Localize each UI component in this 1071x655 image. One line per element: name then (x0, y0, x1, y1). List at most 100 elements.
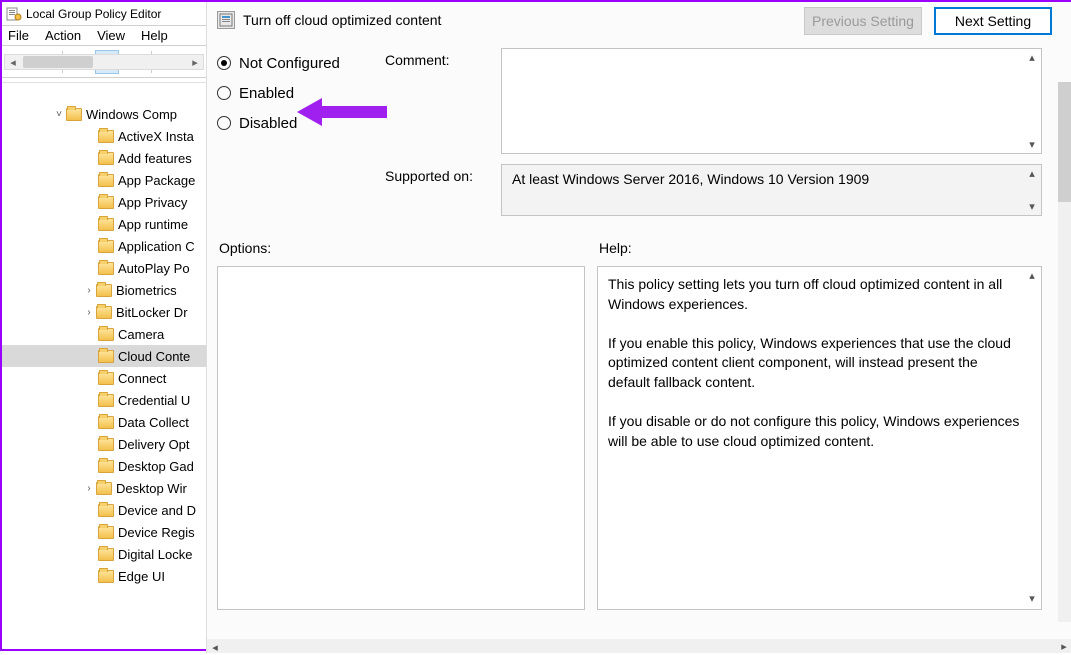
tree-item-label: Device Regis (118, 525, 195, 540)
dialog-title: Turn off cloud optimized content (243, 12, 441, 28)
scroll-up-icon[interactable]: ▴ (1025, 51, 1039, 64)
tree-item-label: ActiveX Insta (118, 129, 194, 144)
tree-root-label: Windows Comp (86, 107, 177, 122)
tree-item[interactable]: Digital Locke (2, 543, 206, 565)
folder-icon (96, 306, 112, 319)
tree-item-label: BitLocker Dr (116, 305, 188, 320)
scroll-up-icon[interactable]: ▴ (1025, 269, 1039, 284)
tree-item[interactable]: Application C (2, 235, 206, 257)
scroll-left-icon[interactable]: ◂ (207, 641, 223, 655)
folder-icon (98, 460, 114, 473)
folder-icon (98, 372, 114, 385)
folder-icon (98, 240, 114, 253)
radio-not-configured[interactable]: Not Configured (217, 48, 367, 78)
expand-icon[interactable]: › (84, 307, 94, 317)
supported-on-label: Supported on: (385, 164, 483, 216)
radio-not-configured-label: Not Configured (239, 55, 340, 72)
tree-item-label: Credential U (118, 393, 190, 408)
radio-group: Not Configured Enabled Disabled (217, 48, 367, 154)
dialog-header: Turn off cloud optimized content Previou… (207, 2, 1071, 38)
tree-item[interactable]: ActiveX Insta (2, 125, 206, 147)
scroll-thumb[interactable] (23, 56, 93, 68)
tree-item[interactable]: Device and D (2, 499, 206, 521)
tree-item[interactable]: Connect (2, 367, 206, 389)
expand-icon[interactable]: › (84, 483, 94, 493)
policy-icon (217, 11, 235, 29)
comment-textarea[interactable]: ▴ ▾ (501, 48, 1042, 154)
previous-setting-button[interactable]: Previous Setting (804, 7, 922, 35)
folder-icon (98, 526, 114, 539)
scroll-thumb[interactable] (1058, 82, 1071, 202)
folder-icon (98, 174, 114, 187)
folder-icon (98, 218, 114, 231)
folder-icon (98, 262, 114, 275)
supported-on-text: At least Windows Server 2016, Windows 10… (512, 171, 869, 187)
radio-disabled-label: Disabled (239, 115, 297, 132)
menu-action[interactable]: Action (45, 28, 81, 43)
help-paragraph-3: If you disable or do not configure this … (608, 412, 1021, 451)
folder-icon (96, 482, 112, 495)
tree-item[interactable]: Delivery Opt (2, 433, 206, 455)
editor-title-text: Local Group Policy Editor (26, 7, 161, 21)
tree-item[interactable]: › BitLocker Dr (2, 301, 206, 323)
tree-item-label: App Privacy (118, 195, 187, 210)
tree-item[interactable]: Credential U (2, 389, 206, 411)
tree-item-label: AutoPlay Po (118, 261, 190, 276)
collapse-icon[interactable]: ˅ (54, 109, 64, 119)
tree-item[interactable]: Add features (2, 147, 206, 169)
scroll-down-icon[interactable]: ▾ (1025, 200, 1039, 213)
scroll-up-icon[interactable]: ▴ (1025, 167, 1039, 180)
scroll-down-icon[interactable]: ▾ (1025, 592, 1039, 607)
tree-root-windows-components[interactable]: ˅ Windows Comp (2, 103, 206, 125)
tree-item-label: Delivery Opt (118, 437, 190, 452)
tree-item-label: Desktop Gad (118, 459, 194, 474)
tree-item-label: Desktop Wir (116, 481, 187, 496)
tree-item[interactable]: Desktop Gad (2, 455, 206, 477)
tree-item[interactable]: App Package (2, 169, 206, 191)
radio-disabled[interactable]: Disabled (217, 108, 367, 138)
options-label: Options: (219, 240, 599, 256)
scroll-right-icon[interactable]: ▸ (187, 56, 203, 69)
tree-horizontal-scrollbar[interactable]: ◂ ▸ (4, 54, 204, 70)
supported-on-field: At least Windows Server 2016, Windows 10… (501, 164, 1042, 216)
scroll-down-icon[interactable]: ▾ (1025, 138, 1039, 151)
dialog-vertical-scrollbar[interactable] (1058, 82, 1071, 622)
tree-item[interactable]: Cloud Conte (2, 345, 206, 367)
tree-item-label: Camera (118, 327, 164, 342)
tree-item[interactable]: ›Biometrics (2, 279, 206, 301)
menu-file[interactable]: File (8, 28, 29, 43)
tree-item[interactable]: Edge UI (2, 565, 206, 587)
help-paragraph-2: If you enable this policy, Windows exper… (608, 334, 1021, 393)
policy-dialog: Turn off cloud optimized content Previou… (206, 2, 1071, 653)
tree-item[interactable]: App Privacy (2, 191, 206, 213)
radio-enabled[interactable]: Enabled (217, 78, 367, 108)
next-setting-button[interactable]: Next Setting (934, 7, 1052, 35)
folder-icon (66, 108, 82, 121)
folder-icon (98, 416, 114, 429)
tree-item-label: Edge UI (118, 569, 165, 584)
tree-item[interactable]: Data Collect (2, 411, 206, 433)
tree-item-label: Device and D (118, 503, 196, 518)
folder-icon (98, 350, 114, 363)
scroll-left-icon[interactable]: ◂ (5, 56, 21, 69)
tree-item[interactable]: Device Regis (2, 521, 206, 543)
expand-icon[interactable]: › (84, 285, 94, 295)
options-box (217, 266, 585, 610)
folder-icon (98, 152, 114, 165)
tree-item-label: Connect (118, 371, 166, 386)
tree-item-label: Add features (118, 151, 192, 166)
radio-icon (217, 116, 231, 130)
radio-enabled-label: Enabled (239, 85, 294, 102)
tree-item[interactable]: App runtime (2, 213, 206, 235)
help-paragraph-1: This policy setting lets you turn off cl… (608, 275, 1021, 314)
radio-icon (217, 56, 231, 70)
tree-item[interactable]: AutoPlay Po (2, 257, 206, 279)
folder-icon (98, 196, 114, 209)
tree-item[interactable]: › Desktop Wir (2, 477, 206, 499)
tree-item[interactable]: Camera (2, 323, 206, 345)
folder-icon (98, 504, 114, 517)
folder-icon (98, 570, 114, 583)
menu-help[interactable]: Help (141, 28, 168, 43)
folder-icon (98, 328, 114, 341)
menu-view[interactable]: View (97, 28, 125, 43)
